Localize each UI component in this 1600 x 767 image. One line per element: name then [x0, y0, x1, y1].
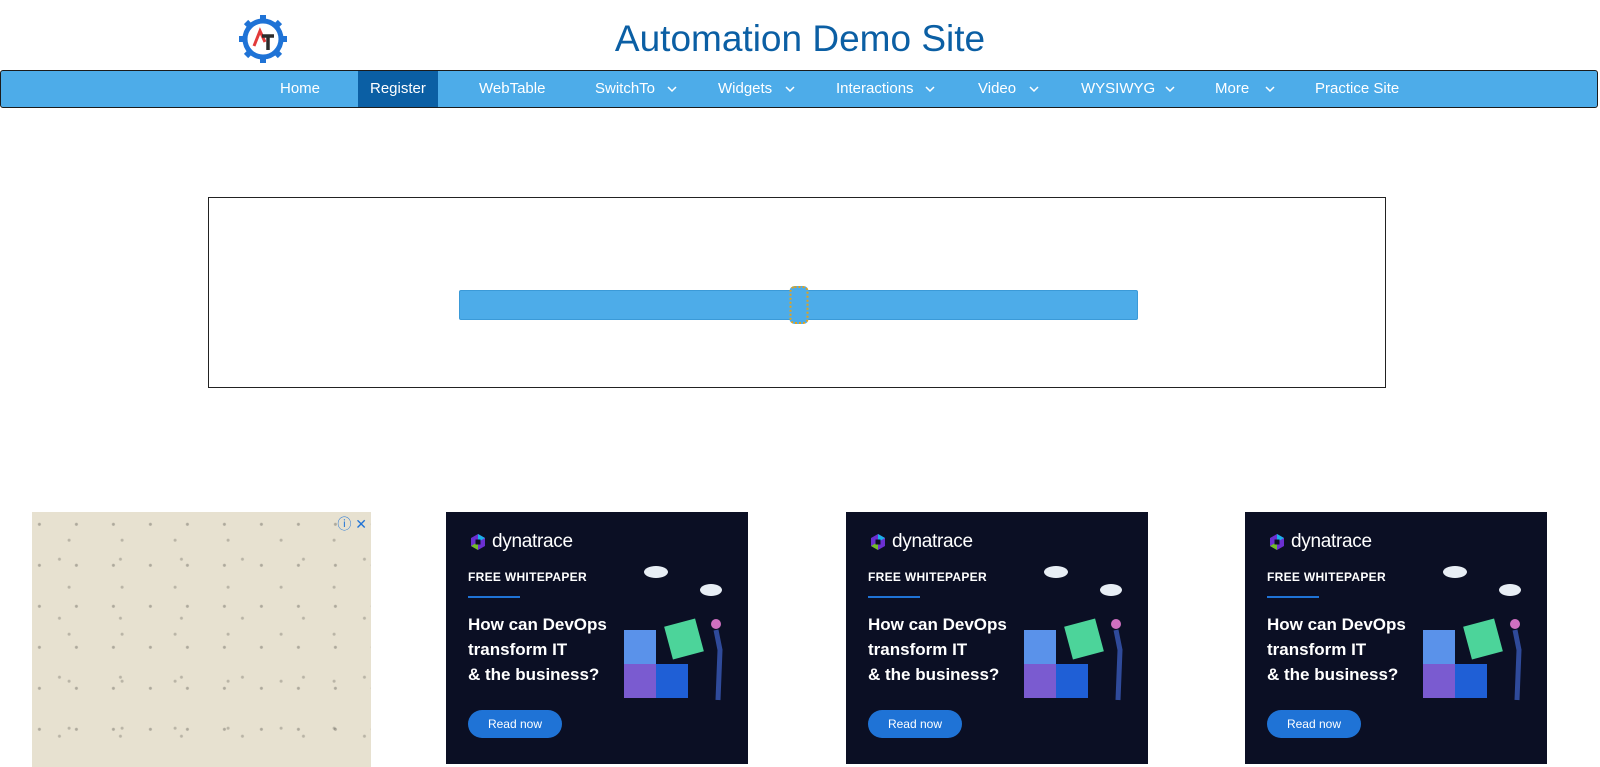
slider-container: [208, 197, 1386, 388]
ad-banner[interactable]: dynatrace FREE WHITEPAPER How can DevOps…: [446, 512, 748, 764]
chevron-down-icon[interactable]: [925, 85, 935, 93]
ad-headline-line: & the business?: [468, 665, 600, 684]
ad-headline-line: transform IT: [468, 640, 568, 659]
nav-register[interactable]: Register: [358, 71, 438, 107]
chevron-down-icon[interactable]: [785, 85, 795, 93]
ad-headline: How can DevOps transform IT & the busine…: [868, 612, 1028, 687]
chevron-down-icon[interactable]: [1029, 85, 1039, 93]
read-now-button[interactable]: Read now: [868, 710, 962, 738]
nav-interactions[interactable]: Interactions: [836, 71, 914, 107]
brand-logo: dynatrace: [868, 530, 973, 554]
chevron-down-icon[interactable]: [1165, 85, 1175, 93]
puzzle-illustration-icon: [1024, 566, 1123, 701]
nav-switchto[interactable]: SwitchTo: [595, 71, 655, 107]
slider-track[interactable]: [459, 286, 1138, 324]
nav-practice-site[interactable]: Practice Site: [1315, 71, 1399, 107]
puzzle-illustration-icon: [624, 566, 723, 701]
ad-banner[interactable]: dynatrace FREE WHITEPAPER How can DevOps…: [1245, 512, 1547, 764]
site-title: Automation Demo Site: [614, 18, 986, 59]
chevron-down-icon[interactable]: [667, 85, 677, 93]
ad-headline-line: transform IT: [1267, 640, 1367, 659]
dynatrace-logo-icon: [871, 534, 885, 550]
ad-headline-line: How can DevOps: [468, 615, 607, 634]
ad-placeholder[interactable]: ⓘ ✕: [32, 512, 371, 767]
nav-video[interactable]: Video: [978, 71, 1016, 107]
ad-headline: How can DevOps transform IT & the busine…: [1267, 612, 1427, 687]
dynatrace-logo-icon: [471, 534, 485, 550]
ad-headline-line: transform IT: [868, 640, 968, 659]
read-now-button[interactable]: Read now: [468, 710, 562, 738]
nav-widgets[interactable]: Widgets: [718, 71, 772, 107]
brand-name: dynatrace: [492, 531, 573, 552]
puzzle-illustration-icon: [1423, 566, 1522, 701]
nav-more[interactable]: More: [1215, 71, 1249, 107]
ad-headline-line: & the business?: [868, 665, 1000, 684]
main-navbar: Home Register WebTable SwitchTo Widgets …: [0, 70, 1598, 108]
ad-headline: How can DevOps transform IT & the busine…: [468, 612, 628, 687]
read-now-button[interactable]: Read now: [1267, 710, 1361, 738]
dynatrace-logo-icon: [1270, 534, 1284, 550]
nav-wysiwyg[interactable]: WYSIWYG: [1081, 71, 1155, 107]
brand-name: dynatrace: [892, 531, 973, 552]
ad-close-icon[interactable]: ⓘ ✕: [337, 514, 367, 534]
ad-headline-line: How can DevOps: [1267, 615, 1406, 634]
ad-divider: [868, 596, 920, 598]
brand-name: dynatrace: [1291, 531, 1372, 552]
ad-divider: [1267, 596, 1319, 598]
ad-headline-line: & the business?: [1267, 665, 1399, 684]
ad-eyebrow: FREE WHITEPAPER: [468, 570, 587, 584]
brand-logo: dynatrace: [468, 530, 573, 554]
nav-home[interactable]: Home: [280, 71, 320, 107]
ad-eyebrow: FREE WHITEPAPER: [1267, 570, 1386, 584]
brand-logo: dynatrace: [1267, 530, 1372, 554]
ad-divider: [468, 596, 520, 598]
ad-banner[interactable]: dynatrace FREE WHITEPAPER How can DevOps…: [846, 512, 1148, 764]
ad-eyebrow: FREE WHITEPAPER: [868, 570, 987, 584]
slider-handle[interactable]: [789, 286, 808, 324]
nav-webtable[interactable]: WebTable: [479, 71, 545, 107]
ad-headline-line: How can DevOps: [868, 615, 1007, 634]
chevron-down-icon[interactable]: [1265, 85, 1275, 93]
